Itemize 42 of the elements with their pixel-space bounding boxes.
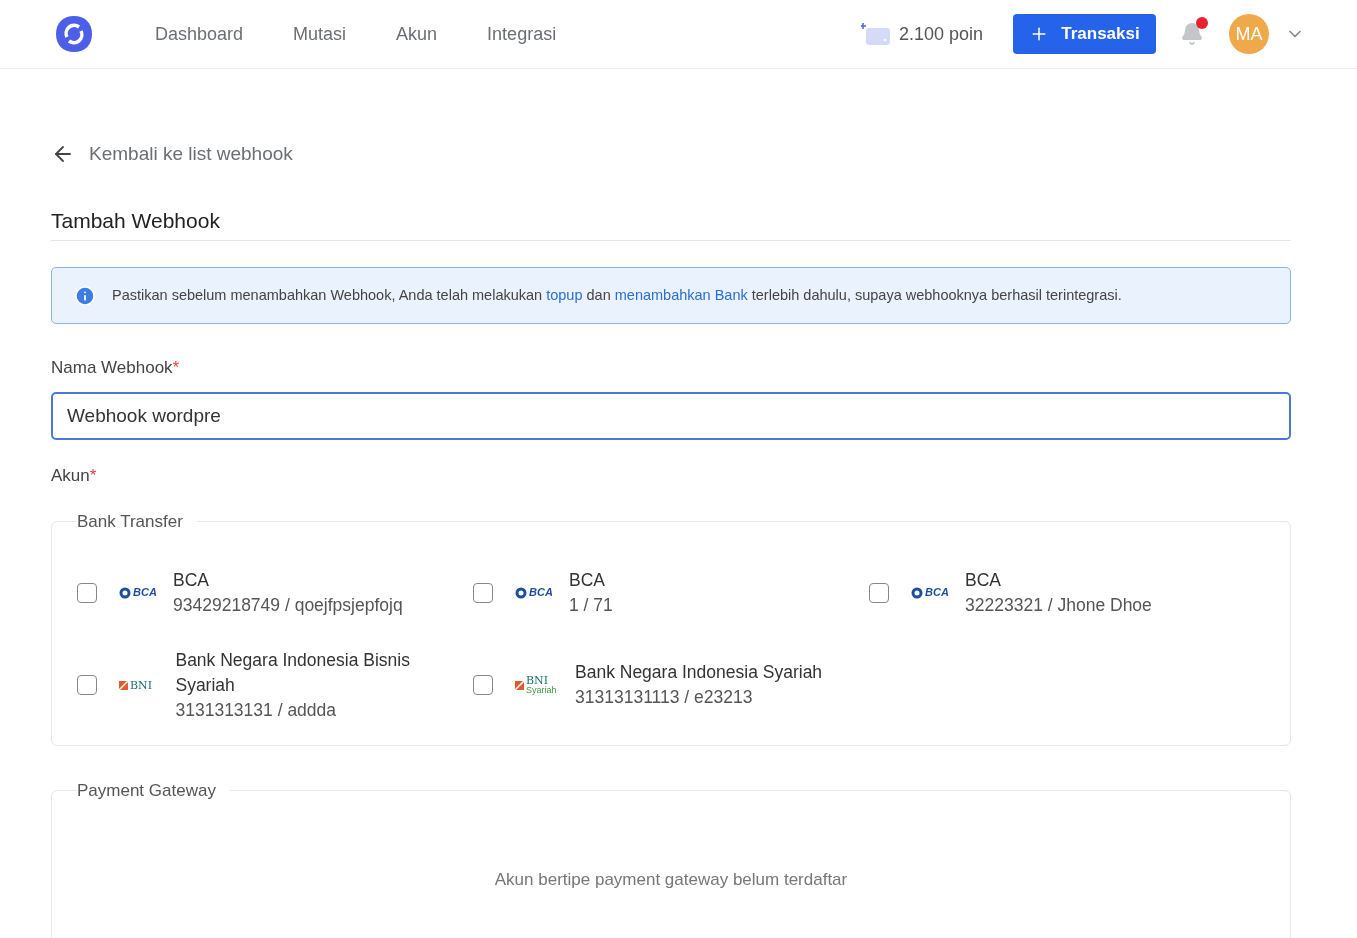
bank-logo: BCA [911,584,955,601]
bank-logo: BNI Syariah [515,675,565,695]
wallet-icon [860,22,891,46]
nav-link[interactable]: Integrasi [487,20,557,48]
empty-message: Akun bertipe payment gateway belum terdaftar [493,869,849,891]
nav-link[interactable]: Dashboard [155,20,244,48]
group-legend: Payment Gateway [77,777,230,803]
info-message: Pastikan sebelum menambahkan Webhook, Anda telah melakukan topup dan menambahkan Bank terlebih dahulu, supaya webhooknya berhasil terintegrasi. [112,285,1122,305]
logo-icon [55,15,93,53]
bank-name: BCA [965,568,1002,592]
alert-link[interactable]: menambahkan Bank [614,286,748,303]
account-detail: 93429218749 / qoejfpsjepfojq [173,593,403,617]
field-label: Akun* [51,464,98,487]
points-text: 2.100 poin [898,22,983,46]
nav-link[interactable]: Akun [396,20,438,48]
transaction-button[interactable]: Transaksi [1013,14,1156,54]
bank-logo: BCA [119,584,163,601]
alert-link[interactable]: topup [546,286,583,303]
back-link[interactable]: Kembali ke list webhook [51,140,1291,169]
notification-button[interactable] [1179,20,1205,48]
bank-name: Bank Negara Indonesia Bisnis Syariah [175,648,411,697]
group-legend: Bank Transfer [77,509,197,535]
bell-icon [1180,22,1204,46]
nav-link[interactable]: Mutasi [293,20,347,48]
account-checkbox[interactable] [869,582,889,603]
account-checkbox[interactable] [473,675,493,695]
account-detail: 31313131113 / e23213 [575,686,754,709]
account-detail: 3131313131 / addda [175,698,338,722]
bank-name: BCA [173,568,210,592]
account-checkbox[interactable] [77,675,97,695]
account-checkbox[interactable] [77,582,97,603]
field-label: Nama Webhook* [51,357,181,379]
bank-name: BCA [569,568,606,592]
info-icon [74,284,96,307]
bank-logo: BCA [515,584,559,601]
account-detail: 1 / 71 [569,593,613,617]
bank-name: Bank Negara Indonesia Syariah [575,661,823,684]
bank-logo: BNI [119,679,166,691]
account-detail: 32223321 / Jhone Dhoe [965,593,1152,617]
page-title: Tambah Webhook [51,204,1291,241]
webhook-name-field[interactable]: Webhook wordpre [51,391,1291,440]
account-checkbox[interactable] [473,582,493,603]
